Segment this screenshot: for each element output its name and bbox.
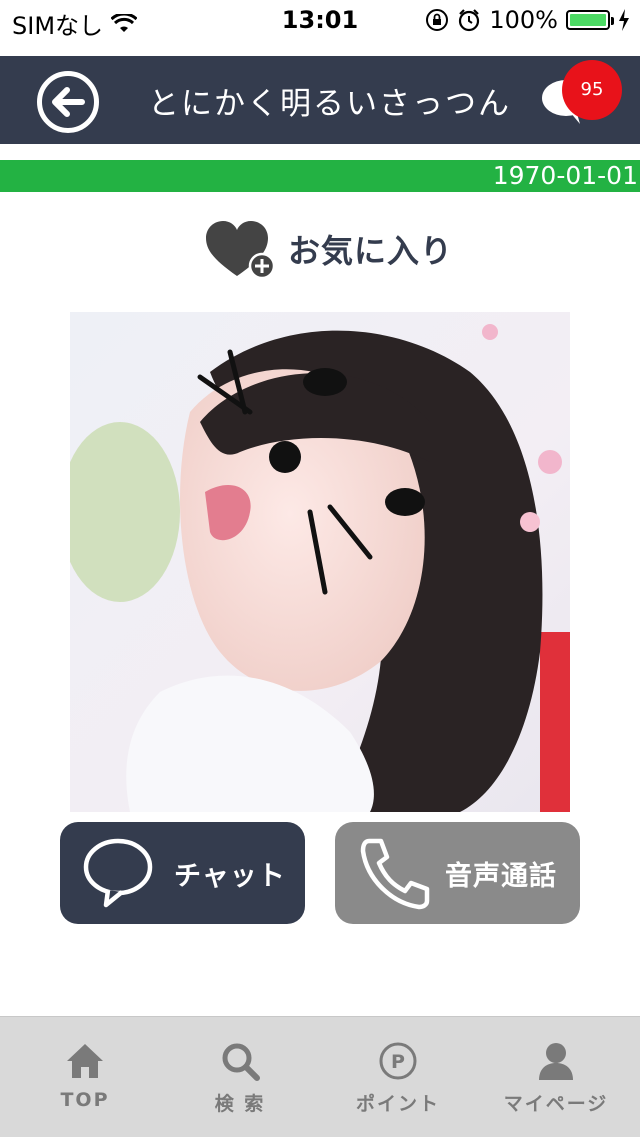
user-icon [539,1043,573,1080]
status-right: 100% [425,6,630,34]
voice-call-button[interactable]: 音声通話 [335,822,580,924]
tab-top[interactable]: TOP [5,1017,165,1137]
tab-mypage-label: マイページ [503,1093,609,1115]
back-arrow-icon[interactable] [36,70,100,134]
search-icon [222,1043,260,1081]
tab-mypage[interactable]: マイページ [476,1017,636,1137]
heart-plus-icon [206,221,276,280]
tab-search[interactable]: 検 索 [160,1017,320,1137]
tab-top-label: TOP [60,1089,110,1111]
phone-icon [360,838,430,910]
header-bar: とにかく明るいさっつん 95 [0,56,640,144]
orientation-lock-icon [426,9,449,31]
battery-percent: 100% [489,6,558,34]
chat-bubble-icon [83,838,153,908]
tab-points[interactable]: P ポイント [318,1017,478,1137]
notification-badge[interactable]: 95 [562,60,622,120]
svg-text:P: P [391,1051,405,1073]
tab-search-label: 検 索 [214,1093,266,1115]
battery-icon [566,10,614,30]
voice-call-button-label: 音声通話 [445,860,557,892]
profile-photo[interactable] [70,312,570,812]
point-icon: P [379,1042,417,1080]
charging-icon [619,9,629,31]
tab-points-label: ポイント [355,1093,440,1115]
chat-button[interactable]: チャット [60,822,305,924]
date-bar: 1970-01-01 [0,160,640,192]
last-login-date: 1970-01-01 [492,161,638,190]
status-bar: SIMなし 13:01 100% [0,0,640,40]
home-icon [67,1044,103,1078]
page-title: とにかく明るいさっつん [148,86,511,122]
favorite-button[interactable]: お気に入り [204,218,453,280]
chat-button-label: チャット [174,860,286,892]
bottom-tab-bar: TOP 検 索 P ポイント マイページ [0,1016,640,1137]
favorite-label: お気に入り [288,232,454,270]
alarm-icon [459,9,480,32]
profile-photo-graphic [70,312,570,812]
